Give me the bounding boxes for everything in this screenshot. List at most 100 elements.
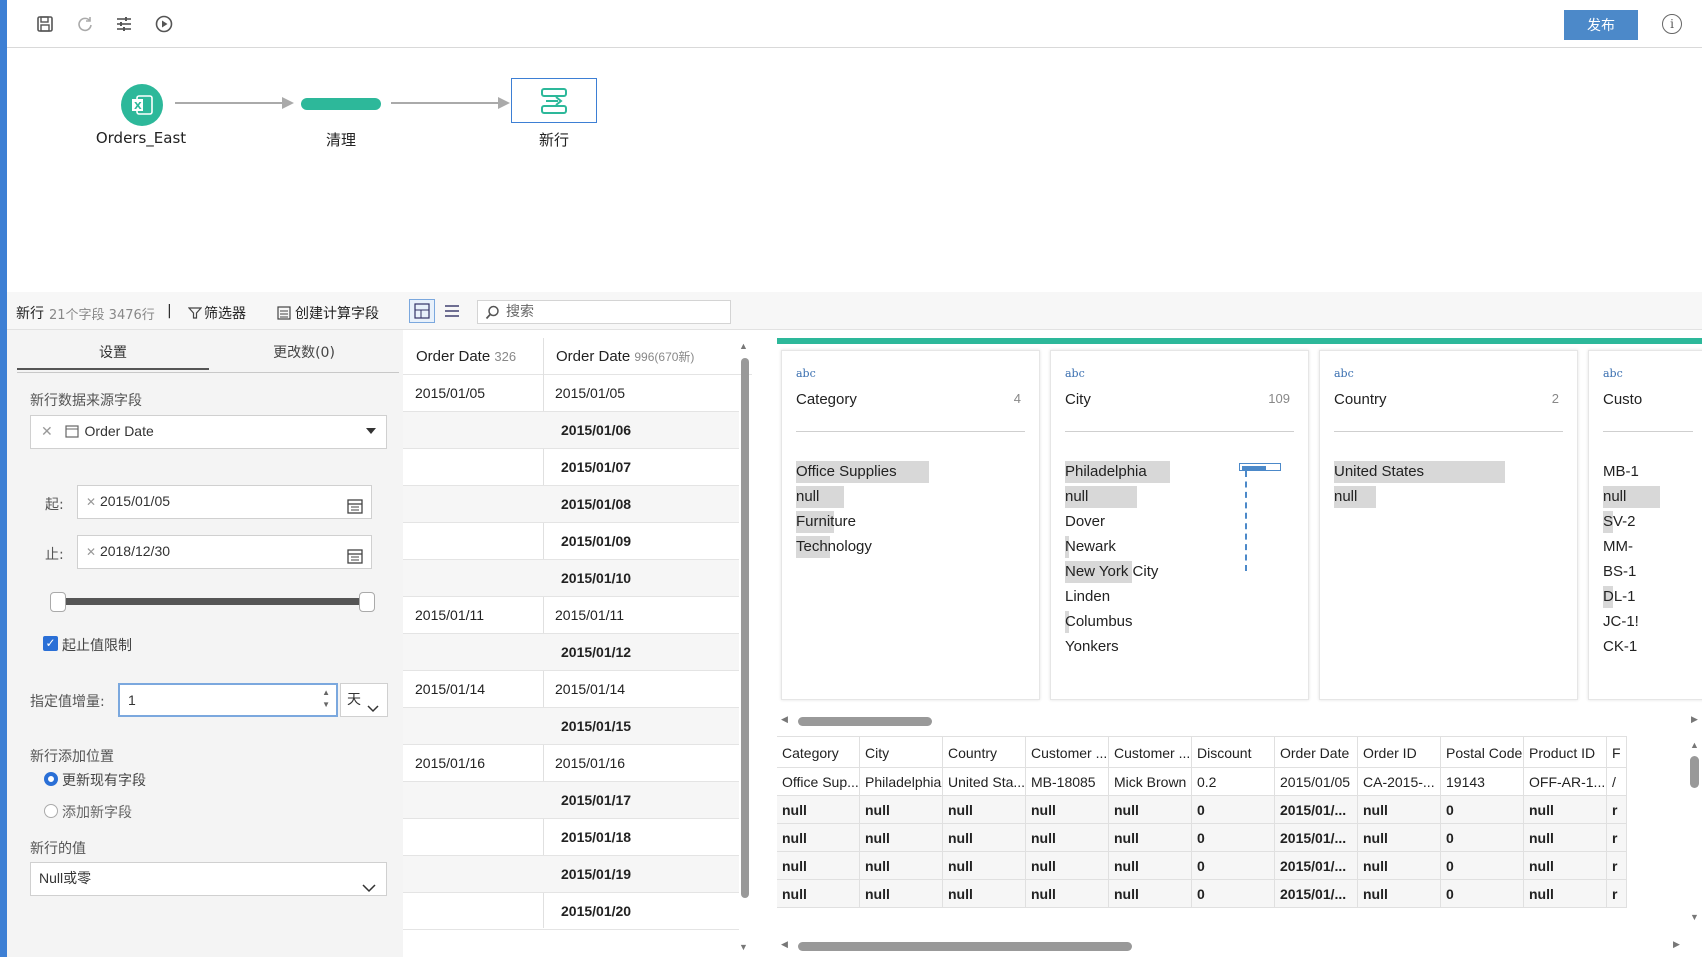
value-item[interactable]: Yonkers: [1065, 636, 1119, 658]
scroll-up-arrow-icon[interactable]: ▲: [739, 341, 748, 351]
date-cell-new[interactable]: 2015/01/09: [543, 523, 739, 560]
refresh-icon[interactable]: [73, 12, 97, 36]
value-item[interactable]: United States: [1334, 461, 1424, 483]
grid-cell[interactable]: null: [1109, 824, 1192, 852]
value-item[interactable]: Furniture: [796, 511, 856, 533]
flow-node-clean[interactable]: [301, 98, 381, 110]
grid-cell[interactable]: null: [1358, 824, 1441, 852]
tab-settings[interactable]: 设置: [17, 342, 209, 370]
value-item[interactable]: BS-1: [1603, 561, 1636, 583]
grid-cell[interactable]: null: [860, 796, 943, 824]
value-item[interactable]: SV-2: [1603, 511, 1636, 533]
value-item[interactable]: Dover: [1065, 511, 1105, 533]
increment-input[interactable]: 1 ▲ ▼: [118, 683, 338, 717]
date-cell-new[interactable]: 2015/01/10: [543, 560, 739, 597]
value-item[interactable]: Newark: [1065, 536, 1116, 558]
grid-cell[interactable]: null: [1524, 824, 1607, 852]
field-name[interactable]: City: [1065, 391, 1091, 408]
settings-sliders-icon[interactable]: [112, 12, 136, 36]
col1-header[interactable]: Order Date 326: [416, 348, 516, 365]
date-cell-new[interactable]: 2015/01/11: [543, 597, 739, 634]
field-name[interactable]: Custo: [1603, 391, 1642, 408]
value-item[interactable]: DL-1: [1603, 586, 1636, 608]
grid-cell[interactable]: null: [860, 852, 943, 880]
field-name[interactable]: Country: [1334, 391, 1387, 408]
grid-cell[interactable]: 2015/01/...: [1275, 852, 1358, 880]
grid-cell[interactable]: null: [1524, 852, 1607, 880]
grid-cell[interactable]: null: [1026, 824, 1109, 852]
profile-card[interactable]: abc City 109 Philadelphia null Dover Newark New…: [1050, 350, 1309, 700]
grid-cell[interactable]: null: [1358, 880, 1441, 908]
scroll-right-arrow-icon[interactable]: ▶: [1673, 939, 1680, 950]
grid-cell[interactable]: null: [860, 880, 943, 908]
grid-cell[interactable]: Office Sup...: [777, 768, 860, 796]
scroll-left-arrow-icon[interactable]: ◀: [781, 714, 788, 725]
date-cell-original[interactable]: [403, 782, 543, 819]
grid-cell[interactable]: r: [1607, 796, 1627, 824]
grid-cell[interactable]: null: [860, 824, 943, 852]
date-cell-new[interactable]: 2015/01/18: [543, 819, 739, 856]
date-cell-original[interactable]: [403, 560, 543, 597]
range-limit-checkbox[interactable]: ✓: [43, 636, 58, 651]
date-cell-new[interactable]: 2015/01/20: [543, 893, 739, 930]
date-cell-original[interactable]: [403, 856, 543, 893]
grid-cell[interactable]: null: [1524, 880, 1607, 908]
grid-header-cell[interactable]: F: [1607, 736, 1627, 768]
calendar-icon[interactable]: [347, 494, 363, 524]
date-cell-new[interactable]: 2015/01/17: [543, 782, 739, 819]
range-slider-end-handle[interactable]: [359, 592, 375, 612]
value-item[interactable]: Columbus: [1065, 611, 1133, 633]
date-cell-new[interactable]: 2015/01/15: [543, 708, 739, 745]
range-slider-track[interactable]: [57, 598, 367, 605]
list-view-icon[interactable]: [439, 299, 465, 323]
scroll-up-arrow-icon[interactable]: ▲: [1690, 740, 1699, 750]
date-cell-new[interactable]: 2015/01/08: [543, 486, 739, 523]
radio-add-new[interactable]: [44, 804, 58, 818]
search-input[interactable]: 搜索: [477, 300, 731, 324]
grid-cell[interactable]: null: [777, 880, 860, 908]
filter-button[interactable]: 筛选器: [188, 303, 246, 323]
date-cell-new[interactable]: 2015/01/14: [543, 671, 739, 708]
grid-header-cell[interactable]: Customer ...: [1109, 736, 1192, 768]
grid-horizontal-scrollbar[interactable]: ◀ ▶: [777, 938, 1687, 954]
grid-cell[interactable]: r: [1607, 852, 1627, 880]
date-cell-original[interactable]: [403, 893, 543, 930]
scroll-thumb[interactable]: [798, 717, 932, 726]
save-icon[interactable]: [33, 12, 57, 36]
grid-cell[interactable]: Mick Brown: [1109, 768, 1192, 796]
to-date-field[interactable]: ✕ 2018/12/30: [77, 535, 372, 569]
date-cell-original[interactable]: [403, 523, 543, 560]
grid-cell[interactable]: null: [1358, 796, 1441, 824]
date-cell-original[interactable]: [403, 412, 543, 449]
grid-header-cell[interactable]: Order Date: [1275, 736, 1358, 768]
value-item[interactable]: MM-: [1603, 536, 1633, 558]
date-cell-original[interactable]: [403, 486, 543, 523]
grid-cell[interactable]: null: [1026, 852, 1109, 880]
publish-button[interactable]: 发布: [1564, 10, 1638, 40]
value-item[interactable]: null: [1603, 486, 1626, 508]
date-cell-original[interactable]: [403, 449, 543, 486]
grid-cell[interactable]: null: [943, 796, 1026, 824]
profile-card[interactable]: abc Country 2 United States null: [1319, 350, 1578, 700]
value-item[interactable]: Linden: [1065, 586, 1110, 608]
value-item[interactable]: null: [796, 486, 819, 508]
grid-cell[interactable]: 0: [1441, 824, 1524, 852]
range-slider-start-handle[interactable]: [50, 592, 66, 612]
grid-cell[interactable]: null: [1109, 796, 1192, 824]
grid-header-cell[interactable]: Discount: [1192, 736, 1275, 768]
grid-cell[interactable]: null: [777, 824, 860, 852]
grid-cell[interactable]: 0: [1441, 852, 1524, 880]
grid-header-cell[interactable]: Postal Code: [1441, 736, 1524, 768]
grid-header-cell[interactable]: City: [860, 736, 943, 768]
calendar-icon[interactable]: [347, 544, 363, 574]
date-cell-original[interactable]: 2015/01/05: [403, 375, 543, 412]
grid-cell[interactable]: 2015/01/...: [1275, 796, 1358, 824]
info-icon[interactable]: i: [1662, 14, 1682, 34]
value-item[interactable]: null: [1334, 486, 1357, 508]
value-item[interactable]: MB-1: [1603, 461, 1639, 483]
grid-cell[interactable]: MB-18085: [1026, 768, 1109, 796]
date-cell-original[interactable]: 2015/01/14: [403, 671, 543, 708]
date-cell-original[interactable]: 2015/01/11: [403, 597, 543, 634]
flow-node-new-rows[interactable]: [511, 78, 597, 123]
grid-cell[interactable]: null: [1026, 880, 1109, 908]
